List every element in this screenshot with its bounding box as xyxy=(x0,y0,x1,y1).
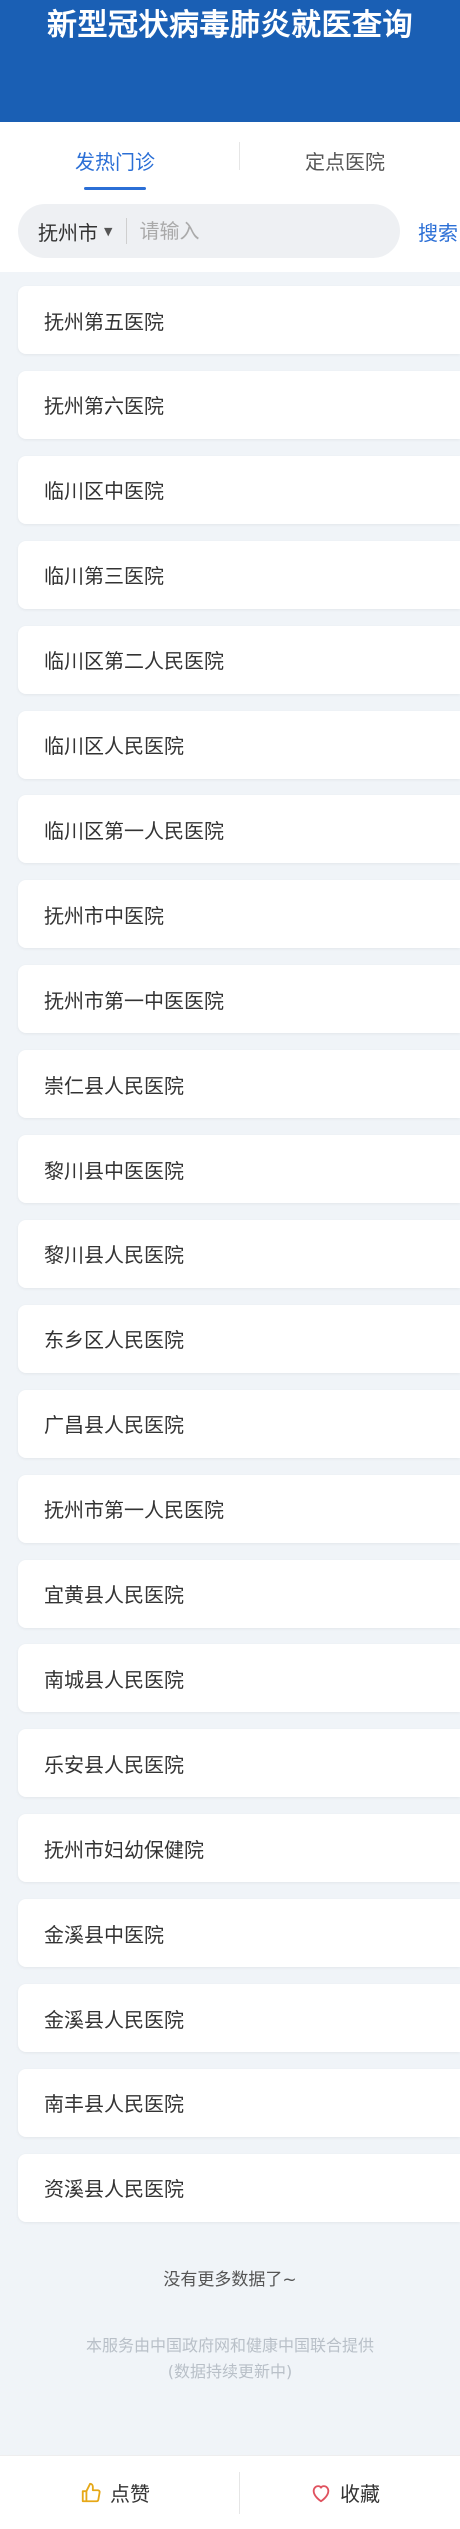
search-input[interactable] xyxy=(139,219,380,243)
hospital-list-item[interactable]: 东乡区人民医院 xyxy=(18,1304,460,1373)
hospital-list-item[interactable]: 抚州市第一中医医院 xyxy=(18,965,460,1034)
hospital-list-item[interactable]: 南丰县人民医院 xyxy=(18,2068,460,2137)
city-label: 抚州市 xyxy=(38,220,98,245)
hospital-list-item[interactable]: 资溪县人民医院 xyxy=(18,2153,460,2222)
tab-designated-hospital[interactable]: 定点医院 xyxy=(230,122,460,198)
header-banner: 新型冠状病毒肺炎就医查询 xyxy=(0,0,460,122)
hospital-list-item[interactable]: 金溪县中医院 xyxy=(18,1899,460,1968)
hospital-list-item[interactable]: 临川区第一人民医院 xyxy=(18,795,460,864)
heart-icon xyxy=(310,2482,332,2504)
tab-bar: 发热门诊 定点医院 xyxy=(0,122,460,198)
footnote-line-1: 本服务由中国政府网和健康中国联合提供 xyxy=(85,2336,374,2355)
favorite-button[interactable]: 收藏 xyxy=(230,2456,460,2529)
hospital-list-item[interactable]: 临川区中医院 xyxy=(18,455,460,524)
tab-fever-clinic[interactable]: 发热门诊 xyxy=(0,122,230,198)
hospital-list-item[interactable]: 黎川县人民医院 xyxy=(18,1219,460,1288)
like-label: 点赞 xyxy=(110,2482,150,2506)
hospital-list-item[interactable]: 黎川县中医医院 xyxy=(18,1135,460,1203)
favorite-label: 收藏 xyxy=(340,2482,380,2506)
hospital-list-item[interactable]: 南城县人民医院 xyxy=(18,1644,460,1713)
hospital-list-item[interactable]: 金溪县人民医院 xyxy=(18,1984,460,2052)
bottom-bar: 点赞 收藏 xyxy=(0,2455,460,2529)
hospital-list-item[interactable]: 抚州市中医院 xyxy=(18,880,460,949)
hospital-list-item[interactable]: 临川区人民医院 xyxy=(18,710,460,779)
footnote-line-2: (数据持续更新中) xyxy=(167,2362,293,2381)
hospital-list-item[interactable]: 崇仁县人民医院 xyxy=(18,1050,460,1119)
footnote: 本服务由中国政府网和健康中国联合提供 (数据持续更新中) xyxy=(0,2333,460,2385)
hospital-list-item[interactable]: 临川第三医院 xyxy=(18,540,460,609)
search-bar: 抚州市 ▼ 搜索 xyxy=(0,198,460,272)
list-end-text: 没有更多数据了~ xyxy=(163,2270,297,2290)
city-selector[interactable]: 抚州市 ▼ xyxy=(18,204,126,258)
hospital-list-item[interactable]: 抚州市妇幼保健院 xyxy=(18,1814,460,1883)
tab-divider xyxy=(239,142,240,170)
hospital-list-item[interactable]: 临川区第二人民医院 xyxy=(18,625,460,694)
page-title: 新型冠状病毒肺炎就医查询 xyxy=(47,8,413,43)
hospital-list-item[interactable]: 广昌县人民医院 xyxy=(18,1389,460,1458)
search-box: 抚州市 ▼ xyxy=(18,204,400,258)
caret-down-icon: ▼ xyxy=(104,224,113,238)
hospital-list-item[interactable]: 乐安县人民医院 xyxy=(18,1729,460,1798)
bottom-bar-divider xyxy=(239,2472,240,2514)
like-button[interactable]: 点赞 xyxy=(0,2456,230,2529)
hospital-list-item[interactable]: 抚州第六医院 xyxy=(18,370,460,439)
hospital-list-item[interactable]: 抚州第五医院 xyxy=(18,286,460,354)
thumbs-up-icon xyxy=(80,2482,102,2504)
search-button[interactable]: 搜索 xyxy=(418,217,458,246)
search-divider xyxy=(126,218,128,244)
hospital-list-item[interactable]: 宜黄县人民医院 xyxy=(18,1559,460,1628)
hospital-list-item[interactable]: 抚州市第一人民医院 xyxy=(18,1474,460,1543)
